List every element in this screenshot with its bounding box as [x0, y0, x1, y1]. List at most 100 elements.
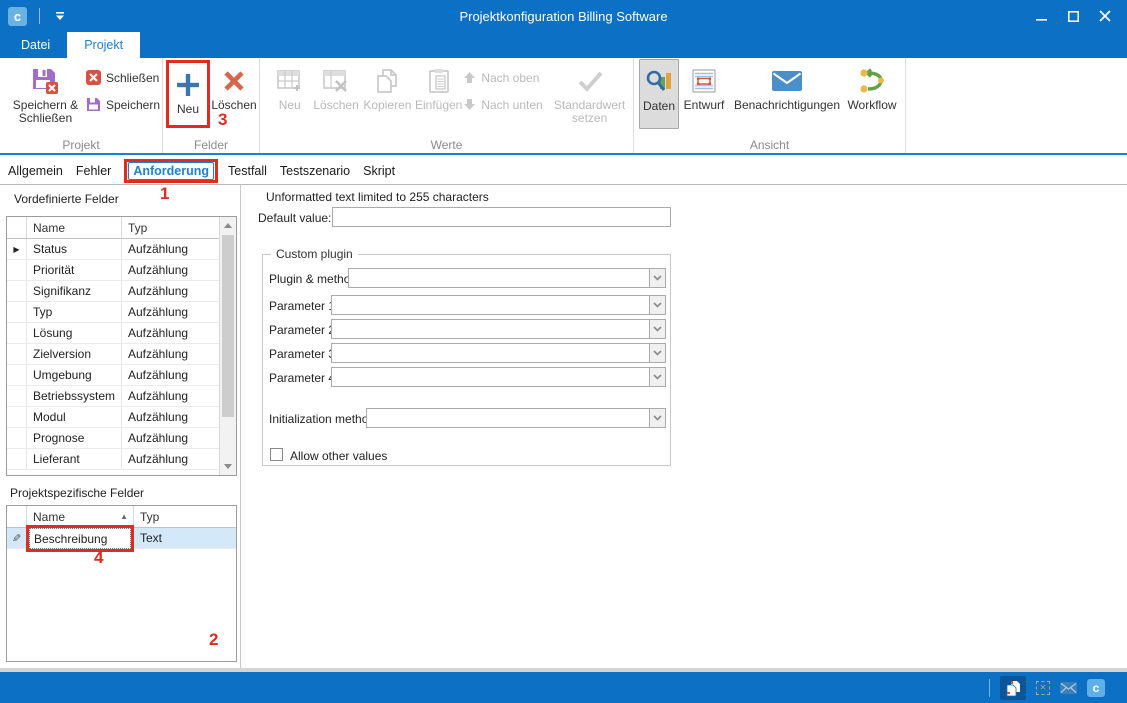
table-add-icon: [277, 64, 303, 97]
table-row[interactable]: Prognose Aufzählung: [7, 428, 221, 449]
save-and-close-button[interactable]: Speichern & Schließen: [5, 59, 86, 129]
name-edit-field[interactable]: Beschreibung: [29, 528, 131, 549]
close-project-label: Schließen: [106, 71, 159, 85]
cell-name[interactable]: Signifikanz: [27, 281, 122, 301]
parameter3-label: Parameter 3: [269, 347, 335, 361]
cell-typ[interactable]: Aufzählung: [122, 281, 221, 301]
panel-splitter[interactable]: [240, 185, 241, 668]
cell-typ[interactable]: Aufzählung: [122, 386, 221, 406]
page-tab-allgemein[interactable]: Allgemein: [8, 164, 63, 178]
view-benachrichtigungen-button[interactable]: Benachrichtigungen: [729, 59, 845, 129]
table-row[interactable]: Modul Aufzählung: [7, 407, 221, 428]
default-value-input[interactable]: [332, 207, 671, 227]
plugin-method-dropdown[interactable]: [348, 268, 666, 288]
parameter1-dropdown[interactable]: [331, 295, 666, 315]
scroll-up-icon[interactable]: [220, 217, 236, 234]
table-row[interactable]: Betriebssystem Aufzählung: [7, 386, 221, 407]
chevron-down-icon[interactable]: [649, 368, 665, 386]
table-row[interactable]: Lieferant Aufzählung: [7, 449, 221, 470]
cell-typ[interactable]: Aufzählung: [122, 302, 221, 322]
selection-status-icon[interactable]: ✕: [1036, 681, 1050, 695]
parameter2-dropdown[interactable]: [331, 319, 666, 339]
header-name[interactable]: Name: [27, 217, 122, 238]
parameter4-dropdown[interactable]: [331, 367, 666, 387]
cell-typ[interactable]: Aufzählung: [122, 260, 221, 280]
cell-typ[interactable]: Aufzählung: [122, 407, 221, 427]
copy-fields-status-icon[interactable]: [1000, 676, 1026, 700]
cell-name[interactable]: Prognose: [27, 428, 122, 448]
annotation-number-2: 2: [209, 630, 218, 650]
header-typ[interactable]: Typ: [134, 506, 236, 527]
cell-typ[interactable]: Aufzählung: [122, 239, 221, 259]
table-row[interactable]: Signifikanz Aufzählung: [7, 281, 221, 302]
view-entwurf-label: Entwurf: [684, 99, 725, 112]
page-tab-skript[interactable]: Skript: [363, 164, 395, 178]
cell-name[interactable]: Typ: [27, 302, 122, 322]
ribbon-tab-projekt[interactable]: Projekt: [67, 32, 140, 58]
cell-typ[interactable]: Aufzählung: [122, 449, 221, 469]
view-entwurf-button[interactable]: Entwurf: [679, 59, 729, 129]
cell-typ[interactable]: Aufzählung: [122, 323, 221, 343]
page-tab-anforderung[interactable]: Anforderung: [128, 162, 214, 180]
cell-typ[interactable]: Aufzählung: [122, 428, 221, 448]
cell-name[interactable]: Lösung: [27, 323, 122, 343]
new-field-button[interactable]: Neu: [169, 63, 207, 125]
workflow-icon: [858, 64, 886, 97]
ribbon-group-ansicht: Daten Entwurf Benachrichtigungen Workflo…: [634, 58, 906, 153]
new-value-button: Neu: [268, 59, 311, 129]
page-tab-strip: Allgemein Fehler Anforderung Testfall Te…: [0, 158, 1127, 185]
page-tab-testfall[interactable]: Testfall: [228, 164, 267, 178]
cell-typ[interactable]: Text: [134, 528, 236, 548]
header-typ[interactable]: Typ: [122, 217, 221, 238]
minimize-button[interactable]: [1025, 1, 1057, 31]
close-project-button[interactable]: Schließen: [86, 69, 160, 86]
cell-typ[interactable]: Aufzählung: [122, 344, 221, 364]
predefined-fields-table: Name Typ ▶ Status Aufzählung Priorität A…: [6, 216, 237, 476]
init-method-dropdown[interactable]: [366, 408, 666, 428]
ribbon-tab-datei[interactable]: Datei: [4, 32, 67, 58]
ribbon-group-werte: Neu Löschen Kopieren Einfügen: [260, 58, 634, 153]
cell-name[interactable]: Priorität: [27, 260, 122, 280]
ribbon-group-projekt: Speichern & Schließen Schließen Speicher…: [0, 58, 163, 153]
table-row-selected[interactable]: ✎ Text Beschreibung: [7, 528, 236, 549]
save-project-button[interactable]: Speichern: [86, 96, 160, 113]
quick-access-chevron-icon[interactable]: [52, 8, 68, 24]
app-logo-status-icon[interactable]: c: [1087, 679, 1105, 697]
table-row[interactable]: ▶ Status Aufzählung: [7, 239, 221, 260]
view-workflow-button[interactable]: Workflow: [845, 59, 899, 129]
chevron-down-icon[interactable]: [649, 320, 665, 338]
allow-other-values-checkbox[interactable]: [270, 448, 283, 461]
maximize-button[interactable]: [1057, 1, 1089, 31]
parameter3-dropdown[interactable]: [331, 343, 666, 363]
chevron-down-icon[interactable]: [649, 269, 665, 287]
close-button[interactable]: [1089, 1, 1121, 31]
cell-name[interactable]: Betriebssystem: [27, 386, 122, 406]
chevron-down-icon[interactable]: [649, 296, 665, 314]
chevron-down-icon[interactable]: [649, 409, 665, 427]
header-name[interactable]: Name ▲: [27, 506, 134, 527]
cell-name[interactable]: Modul: [27, 407, 122, 427]
cell-name[interactable]: Umgebung: [27, 365, 122, 385]
copy-value-button: Kopieren: [361, 59, 414, 129]
cell-name[interactable]: Status: [27, 239, 122, 259]
vertical-scrollbar[interactable]: [219, 217, 236, 475]
cell-name[interactable]: Zielversion: [27, 344, 122, 364]
app-logo-icon[interactable]: c: [8, 7, 27, 26]
table-row[interactable]: Zielversion Aufzählung: [7, 344, 221, 365]
mail-status-icon[interactable]: [1060, 682, 1077, 694]
custom-plugin-groupbox: Custom plugin Plugin & method Parameter …: [262, 254, 671, 466]
statusbar-separator: [989, 679, 990, 697]
view-daten-button[interactable]: Daten: [639, 59, 679, 129]
table-row[interactable]: Typ Aufzählung: [7, 302, 221, 323]
table-row[interactable]: Priorität Aufzählung: [7, 260, 221, 281]
scrollbar-thumb[interactable]: [222, 235, 234, 417]
table-row[interactable]: Umgebung Aufzählung: [7, 365, 221, 386]
page-tab-fehler[interactable]: Fehler: [76, 164, 111, 178]
page-tab-testszenario[interactable]: Testszenario: [280, 164, 350, 178]
cell-typ[interactable]: Aufzählung: [122, 365, 221, 385]
table-row[interactable]: Lösung Aufzählung: [7, 323, 221, 344]
chevron-down-icon[interactable]: [649, 344, 665, 362]
paste-icon: [427, 64, 451, 97]
cell-name[interactable]: Lieferant: [27, 449, 122, 469]
scroll-down-icon[interactable]: [220, 458, 236, 475]
